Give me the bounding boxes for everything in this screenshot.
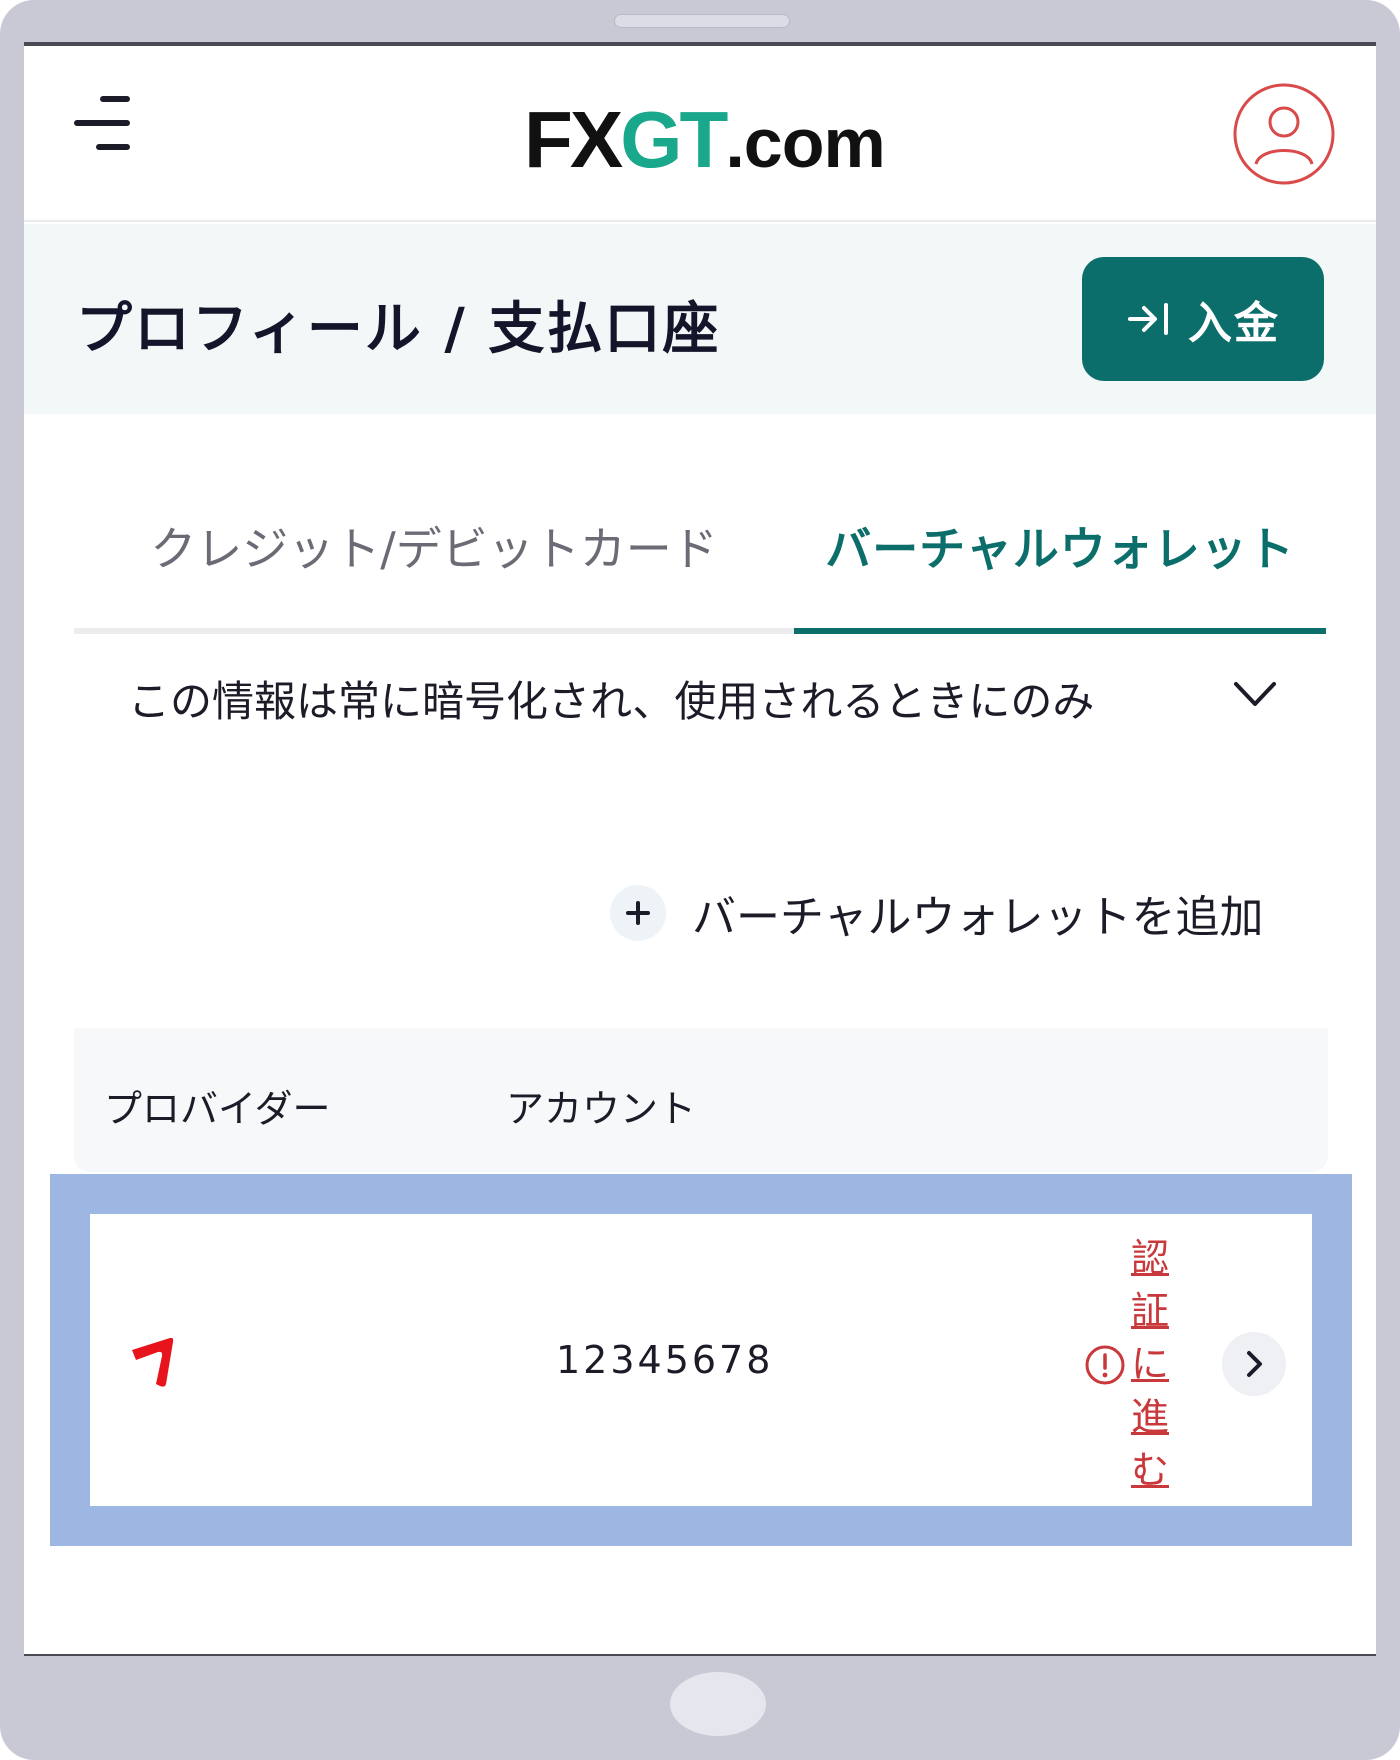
- page-title: プロフィール / 支払口座: [76, 297, 721, 362]
- active-tab-indicator: [794, 628, 1326, 634]
- deposit-label: 入金: [1188, 298, 1280, 349]
- column-header-account: アカウント: [506, 1087, 697, 1131]
- screen: FXGT.com プロフィール / 支払口座 入金 クレジット/デビットカード …: [24, 42, 1376, 1656]
- add-virtual-wallet-button[interactable]: バーチャルウォレットを追加: [610, 868, 1264, 958]
- tab-credit-debit-card[interactable]: クレジット/デビットカード: [74, 496, 794, 596]
- table-row[interactable]: 12345678 認証に進む: [90, 1214, 1312, 1506]
- column-header-provider: プロバイダー: [104, 1087, 331, 1131]
- alert-circle-icon: [1085, 1345, 1125, 1385]
- add-wallet-label: バーチャルウォレットを追加: [692, 892, 1264, 943]
- user-avatar-icon[interactable]: [1232, 82, 1336, 186]
- chevron-down-icon: [1234, 682, 1276, 706]
- table-header: プロバイダー アカウント: [74, 1028, 1328, 1172]
- header-bar: FXGT.com: [24, 46, 1376, 222]
- tab-underline: [74, 628, 794, 634]
- payment-tabs: クレジット/デビットカード バーチャルウォレット: [74, 496, 1326, 646]
- row-highlight: 12345678 認証に進む: [50, 1174, 1352, 1546]
- device-home-button: [670, 1672, 766, 1736]
- hamburger-icon[interactable]: [74, 96, 136, 156]
- proceed-to-verification-link[interactable]: 認証に進む: [1130, 1232, 1170, 1497]
- deposit-button[interactable]: 入金: [1082, 257, 1324, 381]
- arrow-to-right-icon: [1128, 303, 1168, 335]
- chevron-right-icon[interactable]: [1222, 1332, 1286, 1396]
- device-speaker: [614, 14, 790, 28]
- device-frame: FXGT.com プロフィール / 支払口座 入金 クレジット/デビットカード …: [0, 0, 1400, 1760]
- account-number: 12345678: [556, 1338, 774, 1382]
- plus-icon: [610, 885, 666, 941]
- encryption-info-toggle[interactable]: この情報は常に暗号化され、使用されるときにのみ: [128, 646, 1308, 746]
- encryption-info-text: この情報は常に暗号化され、使用されるときにのみ: [128, 677, 1095, 726]
- fxgt-logo[interactable]: FXGT.com: [524, 100, 886, 183]
- page-header: プロフィール / 支払口座 入金: [24, 224, 1376, 414]
- tab-virtual-wallet[interactable]: バーチャルウォレット: [794, 496, 1326, 596]
- provider-logo-icon: [132, 1337, 174, 1387]
